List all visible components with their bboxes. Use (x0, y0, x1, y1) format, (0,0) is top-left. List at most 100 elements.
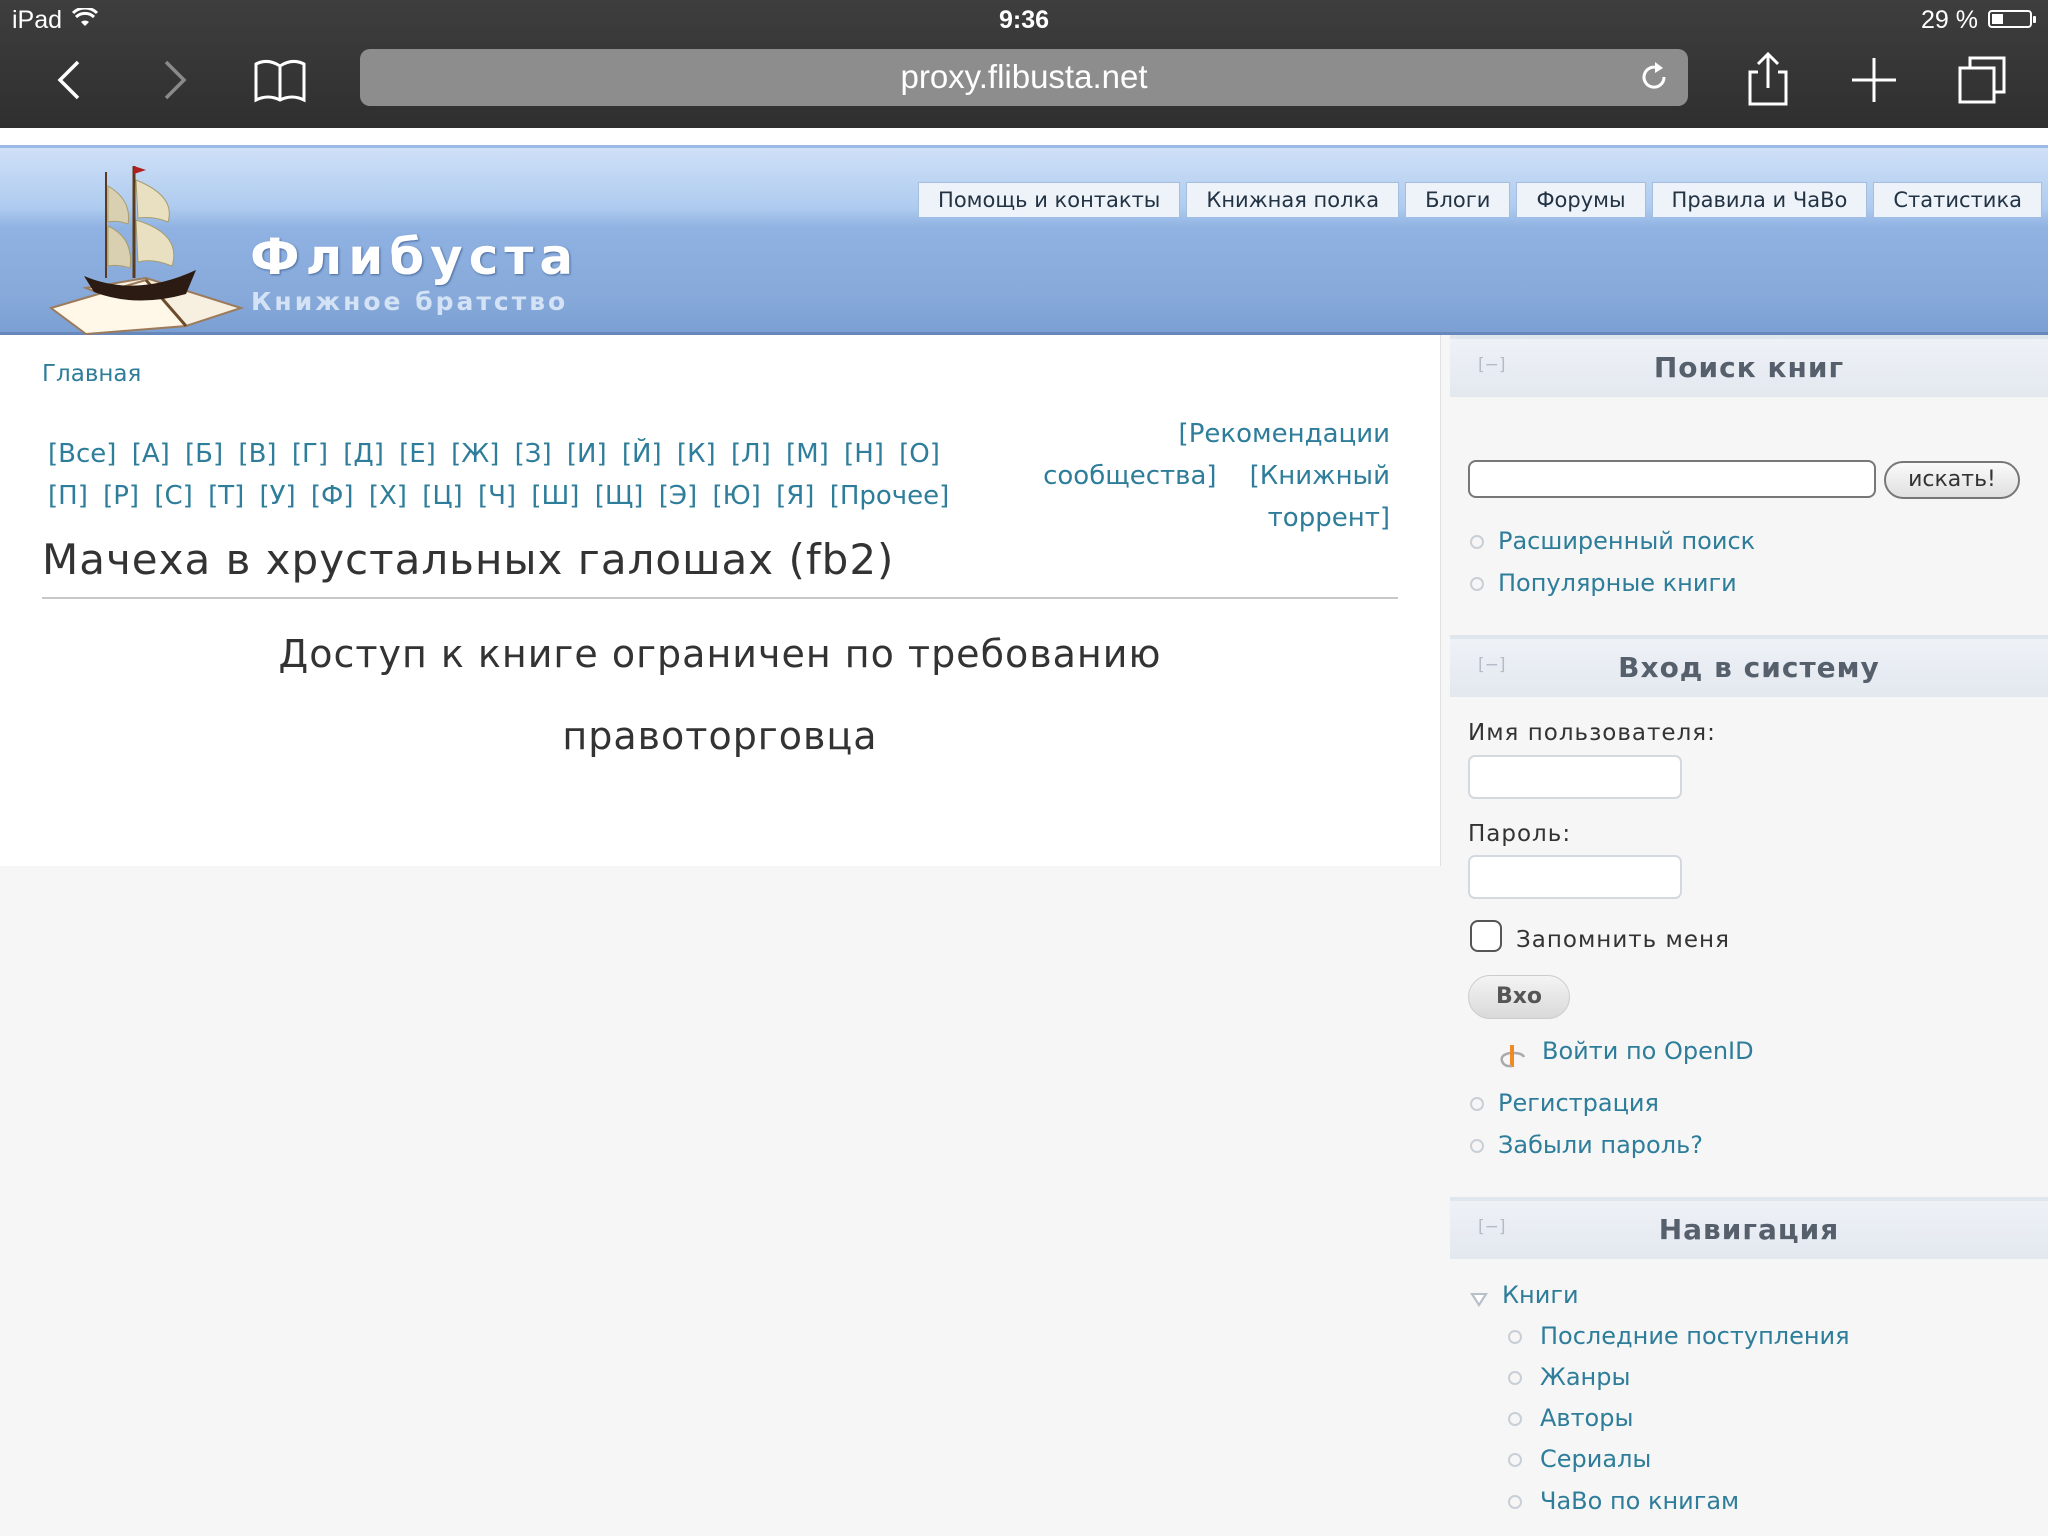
alphabet-letter-link[interactable]: [Н] (844, 439, 884, 469)
search-block-title: Поиск книг (1653, 351, 1845, 384)
alphabet-letter-link[interactable]: [Ш] (531, 481, 579, 511)
page-title: Мачеха в хрустальных галошах (fb2) (42, 535, 895, 584)
bullet-icon (1508, 1330, 1522, 1344)
alphabet-letter-link[interactable]: [Ю] (712, 481, 760, 511)
alphabet-letter-link[interactable]: [Все] (48, 439, 116, 469)
alphabet-letter-link[interactable]: [А] (132, 439, 170, 469)
alphabet-letter-link[interactable]: [Прочее] (830, 481, 950, 511)
alphabet-letter-link[interactable]: [Х] (369, 481, 407, 511)
site-name[interactable]: Флибуста (250, 228, 579, 286)
reload-icon[interactable] (1636, 59, 1672, 95)
nav-books-link[interactable]: Книги (1502, 1281, 1579, 1309)
sidebar: [−] Поиск книг искать! Расширенный поиск… (1450, 335, 2048, 1536)
alphabet-letter-link[interactable]: [С] (154, 481, 192, 511)
bookmarks-icon[interactable] (248, 48, 312, 112)
expanded-triangle-icon[interactable] (1470, 1293, 1488, 1307)
openid-login-link[interactable]: Войти по OpenID (1542, 1037, 1754, 1065)
username-field[interactable] (1468, 755, 1682, 799)
share-icon[interactable] (1736, 48, 1800, 112)
nav-latest-arrivals-link[interactable]: Последние поступления (1540, 1322, 1850, 1350)
alphabet-letter-link[interactable]: [М] (786, 439, 829, 469)
topnav-forums[interactable]: Форумы (1516, 182, 1646, 217)
community-recommendations-link-cont[interactable]: сообщества] (1043, 461, 1216, 491)
alphabet-letter-link[interactable]: [Л] (731, 439, 771, 469)
ship-logo-icon[interactable] (46, 158, 246, 338)
forward-icon[interactable] (142, 48, 206, 112)
search-block-header: [−] Поиск книг (1450, 335, 2048, 397)
login-button[interactable]: Вхо (1468, 975, 1570, 1019)
battery-percent: 29 % (1921, 6, 1978, 34)
login-block-header: [−] Вход в систему (1450, 635, 2048, 697)
new-tab-icon[interactable] (1842, 48, 1906, 112)
address-bar[interactable]: proxy.flibusta.net (360, 49, 1688, 106)
registration-link[interactable]: Регистрация (1498, 1089, 1659, 1117)
remember-me-checkbox[interactable] (1470, 920, 1502, 952)
alphabet-letter-link[interactable]: [Ж] (451, 439, 499, 469)
alphabet-letter-link[interactable]: [Й] (622, 439, 662, 469)
nav-series-link[interactable]: Сериалы (1540, 1445, 1651, 1473)
alphabet-letter-link[interactable]: [Ч] (478, 481, 516, 511)
access-restricted-message: Доступ к книге ограничен по требованию п… (42, 613, 1398, 777)
bullet-icon (1470, 577, 1484, 591)
nav-genres-link[interactable]: Жанры (1540, 1363, 1630, 1391)
top-navigation: Помощь и контакты Книжная полка Блоги Фо… (918, 182, 2042, 217)
alphabet-letter-link[interactable]: [Т] (208, 481, 244, 511)
alphabet-letter-link[interactable]: [З] (515, 439, 552, 469)
alphabet-letter-link[interactable]: [Ф] (311, 481, 354, 511)
popular-books-link[interactable]: Популярные книги (1498, 569, 1737, 597)
topnav-statistics[interactable]: Статистика (1873, 182, 2042, 217)
search-input[interactable] (1468, 460, 1876, 498)
alphabet-letter-link[interactable]: [В] (238, 439, 276, 469)
tabs-icon[interactable] (1950, 48, 2014, 112)
alphabet-letter-link[interactable]: [У] (260, 481, 296, 511)
alphabet-letter-link[interactable]: [Щ] (595, 481, 644, 511)
login-block-title: Вход в систему (1618, 651, 1880, 684)
book-torrent-link[interactable]: [Книжный (1250, 461, 1390, 491)
book-torrent-link-cont[interactable]: торрент] (1268, 503, 1390, 533)
alphabet-letter-link[interactable]: [И] (567, 439, 607, 469)
alphabet-letter-link[interactable]: [Д] (343, 439, 384, 469)
topnav-bookshelf[interactable]: Книжная полка (1186, 182, 1400, 217)
bullet-icon (1508, 1495, 1522, 1509)
community-recommendations-link[interactable]: [Рекомендации (1179, 419, 1390, 449)
alphabet-letter-link[interactable]: [Я] (776, 481, 814, 511)
alphabet-letter-link[interactable]: [Е] (399, 439, 436, 469)
page-top-gap (0, 128, 2048, 145)
alphabet-letter-link[interactable]: [Р] (103, 481, 139, 511)
search-button[interactable]: искать! (1884, 461, 2020, 499)
back-icon[interactable] (38, 48, 102, 112)
restricted-line-2: правоторговца (562, 714, 878, 758)
bullet-icon (1508, 1453, 1522, 1467)
navigation-block-title: Навигация (1658, 1213, 1840, 1246)
alphabet-letter-link[interactable]: [К] (677, 439, 716, 469)
topnav-help[interactable]: Помощь и контакты (918, 182, 1181, 217)
remember-me-label: Запомнить меня (1516, 927, 1730, 953)
promo-links: [Рекомендации сообщества] [Книжный торре… (1040, 413, 1390, 539)
alphabet-letter-link[interactable]: [П] (48, 481, 88, 511)
status-bar: iPad 9:36 29 % (0, 0, 2048, 40)
bullet-icon (1508, 1371, 1522, 1385)
topnav-rules-faq[interactable]: Правила и ЧаВо (1651, 182, 1868, 217)
main-content: Главная [Все] [А] [Б] [В] [Г] [Д] [Е] [Ж… (0, 335, 1441, 866)
alphabet-letter-link[interactable]: [Ц] (422, 481, 462, 511)
alphabet-letter-link[interactable]: [Э] (659, 481, 697, 511)
breadcrumb-home[interactable]: Главная (42, 361, 141, 387)
bullet-icon (1470, 535, 1484, 549)
alphabet-letter-link[interactable]: [Б] (185, 439, 223, 469)
title-divider (42, 597, 1398, 599)
site-slogan: Книжное братство (251, 287, 569, 316)
alphabet-index: [Все] [А] [Б] [В] [Г] [Д] [Е] [Ж] [З] [И… (48, 433, 988, 517)
nav-books-faq-link[interactable]: ЧаВо по книгам (1540, 1487, 1739, 1515)
openid-icon (1498, 1041, 1526, 1069)
forgot-password-link[interactable]: Забыли пароль? (1498, 1131, 1703, 1159)
alphabet-letter-link[interactable]: [О] (899, 439, 940, 469)
nav-authors-link[interactable]: Авторы (1540, 1404, 1633, 1432)
bullet-icon (1470, 1139, 1484, 1153)
site-header: Флибуста Книжное братство Помощь и конта… (0, 145, 2048, 338)
password-field[interactable] (1468, 855, 1682, 899)
bullet-icon (1508, 1412, 1522, 1426)
topnav-blogs[interactable]: Блоги (1405, 182, 1511, 217)
alphabet-letter-link[interactable]: [Г] (292, 439, 328, 469)
password-label: Пароль: (1468, 821, 1572, 847)
advanced-search-link[interactable]: Расширенный поиск (1498, 527, 1755, 555)
